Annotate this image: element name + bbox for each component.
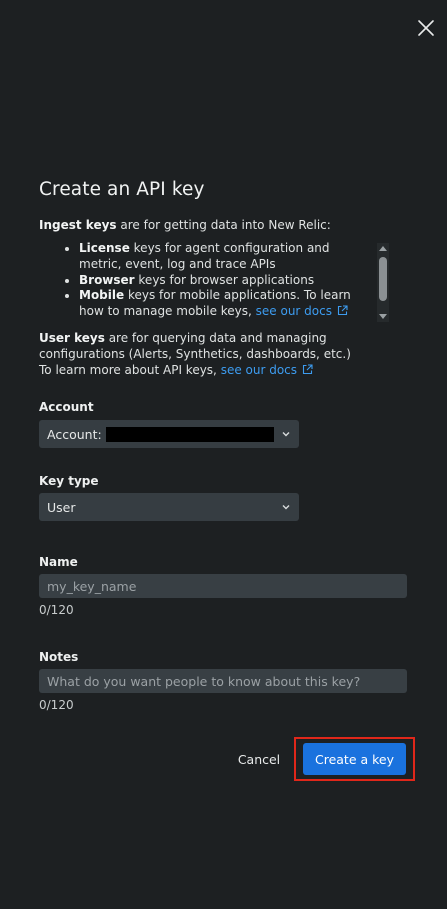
chevron-down-icon — [282, 505, 290, 510]
name-label: Name — [39, 555, 78, 569]
mobile-docs-link[interactable]: see our docs — [256, 304, 348, 318]
key-type-label: Key type — [39, 474, 99, 488]
ingest-keys-list-scroll[interactable]: License keys for agent configuration and… — [39, 241, 391, 323]
external-link-icon — [302, 364, 313, 374]
chevron-down-icon — [282, 432, 290, 437]
api-keys-docs-link[interactable]: see our docs — [221, 363, 313, 377]
account-select-value: Account: — [47, 426, 102, 442]
account-label: Account — [39, 400, 94, 414]
user-keys-description: User keys are for querying data and mana… — [39, 331, 351, 377]
key-type-select[interactable]: User — [39, 493, 299, 521]
notes-input[interactable] — [39, 669, 407, 693]
key-type-select-value: User — [47, 499, 76, 515]
close-icon — [418, 20, 434, 36]
list-item: Browser keys for browser applications — [79, 273, 375, 289]
scroll-up-arrow-icon[interactable] — [379, 246, 387, 251]
notes-label: Notes — [39, 650, 79, 664]
create-key-button[interactable]: Create a key — [303, 743, 406, 775]
dialog-title: Create an API key — [39, 179, 205, 200]
close-button[interactable] — [414, 16, 438, 40]
list-item: Mobile keys for mobile applications. To … — [79, 288, 375, 320]
list-item: License keys for agent configuration and… — [79, 241, 375, 273]
list-scrollbar[interactable] — [377, 243, 389, 322]
external-link-icon — [337, 305, 348, 316]
cancel-button[interactable]: Cancel — [230, 745, 288, 773]
user-keys-term: User keys — [39, 331, 105, 345]
ingest-keys-intro: Ingest keys are for getting data into Ne… — [39, 218, 331, 232]
account-select[interactable]: Account: — [39, 420, 299, 448]
redacted-account-name — [105, 426, 274, 442]
notes-char-counter: 0/120 — [39, 698, 74, 712]
name-input[interactable] — [39, 574, 407, 598]
scroll-down-arrow-icon[interactable] — [379, 314, 387, 319]
name-char-counter: 0/120 — [39, 603, 74, 617]
ingest-keys-list: License keys for agent configuration and… — [39, 241, 375, 320]
scrollbar-thumb[interactable] — [379, 257, 387, 301]
ingest-keys-term: Ingest keys — [39, 218, 117, 232]
